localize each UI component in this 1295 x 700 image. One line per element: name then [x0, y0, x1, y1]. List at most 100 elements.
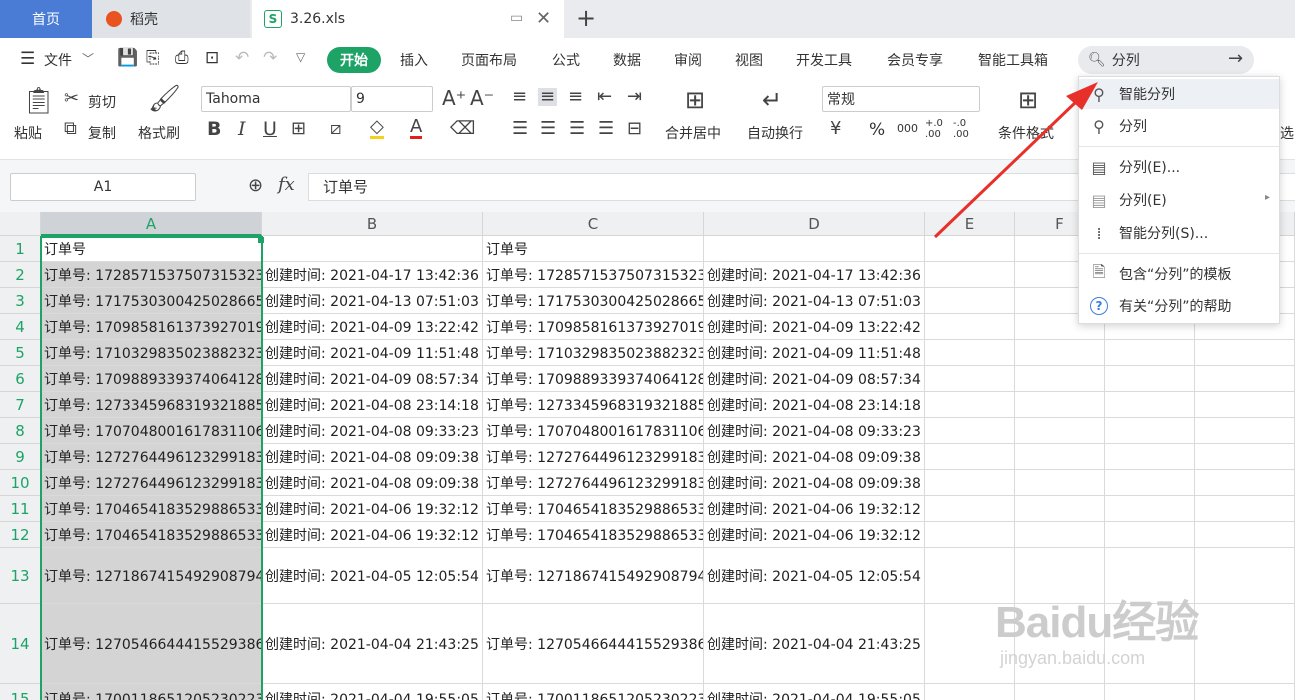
- cell-h[interactable]: [1195, 392, 1295, 418]
- cell-c[interactable]: 订单号: 1710329835023882323: [483, 340, 704, 366]
- align-right-icon[interactable]: ☰: [569, 120, 585, 138]
- cell-e[interactable]: [925, 262, 1015, 288]
- cell-e[interactable]: [925, 496, 1015, 522]
- print-icon[interactable]: ⎙: [175, 48, 189, 68]
- cell-h[interactable]: [1195, 604, 1295, 684]
- cell-h[interactable]: [1195, 470, 1295, 496]
- save-icon[interactable]: 💾: [117, 48, 138, 68]
- conditional-format-button[interactable]: 条件格式: [998, 123, 1054, 143]
- close-tab-icon[interactable]: ✕: [536, 8, 551, 29]
- copy-icon[interactable]: ⧉: [64, 120, 77, 138]
- window-icon[interactable]: ▭: [510, 10, 523, 26]
- column-header-d[interactable]: D: [704, 212, 925, 236]
- dd-smart-split-dialog[interactable]: ⁞ 智能分列(S)...: [1079, 218, 1279, 248]
- cell-b[interactable]: 创建时间: 2021-04-09 13:22:42: [262, 314, 483, 340]
- cell-f[interactable]: [1015, 444, 1105, 470]
- cell-c[interactable]: 订单号: 1272764496123299183: [483, 444, 704, 470]
- cell-a[interactable]: 订单号: 1717530300425028665: [41, 288, 262, 314]
- cell-f[interactable]: [1015, 366, 1105, 392]
- row-header[interactable]: 1: [0, 236, 41, 262]
- dd-smart-split[interactable]: ⚲ 智能分列: [1079, 79, 1279, 109]
- row-header[interactable]: 5: [0, 340, 41, 366]
- decrease-decimal-button[interactable]: -.0 .00: [953, 118, 969, 140]
- cell-g[interactable]: [1105, 470, 1195, 496]
- cell-f[interactable]: [1015, 340, 1105, 366]
- cell-d[interactable]: 创建时间: 2021-04-04 19:55:05: [704, 684, 925, 700]
- cell-g[interactable]: [1105, 522, 1195, 548]
- cell-f[interactable]: [1015, 684, 1105, 700]
- font-name-select[interactable]: Tahoma: [201, 86, 351, 112]
- wrap-text-button[interactable]: 自动换行: [747, 123, 803, 143]
- fill-style-icon[interactable]: ⧄: [330, 120, 341, 138]
- cell-c[interactable]: 订单号: 1709889339374064128: [483, 366, 704, 392]
- redo-icon[interactable]: ↷: [263, 48, 277, 68]
- cell-c[interactable]: 订单号: 1704654183529886533: [483, 522, 704, 548]
- column-header-b[interactable]: B: [262, 212, 483, 236]
- zoom-icon[interactable]: ⊕: [248, 175, 263, 196]
- cell-b[interactable]: 创建时间: 2021-04-04 21:43:25: [262, 604, 483, 684]
- cell-a[interactable]: 订单号: 1709889339374064128: [41, 366, 262, 392]
- dd-split[interactable]: ⚲ 分列: [1079, 111, 1279, 141]
- select-all-corner[interactable]: [0, 212, 41, 236]
- menu-dev-tools[interactable]: 开发工具: [796, 50, 852, 70]
- cell-d[interactable]: 创建时间: 2021-04-17 13:42:36: [704, 262, 925, 288]
- cell-a[interactable]: 订单号: 1272764496123299183: [41, 470, 262, 496]
- cell-b[interactable]: 创建时间: 2021-04-08 09:33:23: [262, 418, 483, 444]
- cut-button[interactable]: 剪切: [88, 92, 116, 112]
- row-header[interactable]: 3: [0, 288, 41, 314]
- column-header-c[interactable]: C: [483, 212, 704, 236]
- cell-e[interactable]: [925, 522, 1015, 548]
- format-painter-button[interactable]: 格式刷: [138, 123, 180, 143]
- cell-g[interactable]: [1105, 340, 1195, 366]
- paste-icon[interactable]: 📋︎: [22, 88, 55, 114]
- cell-h[interactable]: [1195, 684, 1295, 700]
- cell-h[interactable]: [1195, 522, 1295, 548]
- cell-b[interactable]: 创建时间: 2021-04-04 19:55:05: [262, 684, 483, 700]
- arrow-right-icon[interactable]: →: [1228, 48, 1243, 69]
- cell-h[interactable]: [1195, 366, 1295, 392]
- scissors-icon[interactable]: ✂: [64, 90, 79, 108]
- dd-split-submenu[interactable]: ▤ 分列(E) ▸: [1079, 185, 1279, 215]
- cell-h[interactable]: [1195, 418, 1295, 444]
- row-header[interactable]: 12: [0, 522, 41, 548]
- cell-a[interactable]: 订单号: 1272764496123299183: [41, 444, 262, 470]
- cell-h[interactable]: [1195, 444, 1295, 470]
- thousands-button[interactable]: 000: [897, 122, 918, 135]
- cell-d[interactable]: 创建时间: 2021-04-06 19:32:12: [704, 522, 925, 548]
- cell-c[interactable]: 订单号: 1707048001617831106: [483, 418, 704, 444]
- menu-view[interactable]: 视图: [735, 50, 763, 70]
- cell-f[interactable]: [1015, 496, 1105, 522]
- row-header[interactable]: 11: [0, 496, 41, 522]
- row-header[interactable]: 4: [0, 314, 41, 340]
- percent-button[interactable]: %: [869, 120, 885, 140]
- cell-d[interactable]: 创建时间: 2021-04-04 21:43:25: [704, 604, 925, 684]
- cell-c[interactable]: 订单号: 1709858161373927019: [483, 314, 704, 340]
- cell-a[interactable]: 订单号: 1704654183529886533: [41, 496, 262, 522]
- cell-c[interactable]: 订单号: 1273345968319321885: [483, 392, 704, 418]
- cell-b[interactable]: 创建时间: 2021-04-06 19:32:12: [262, 496, 483, 522]
- cell-e[interactable]: [925, 444, 1015, 470]
- cell-d[interactable]: 创建时间: 2021-04-09 13:22:42: [704, 314, 925, 340]
- cell-e[interactable]: [925, 366, 1015, 392]
- border-icon[interactable]: ⊞: [291, 120, 306, 138]
- cell-c[interactable]: 订单号: 1271867415492908794: [483, 548, 704, 604]
- menu-member[interactable]: 会员专享: [887, 50, 943, 70]
- cell-d[interactable]: 创建时间: 2021-04-08 09:09:38: [704, 444, 925, 470]
- cell-c[interactable]: 订单号: 1272764496123299183: [483, 470, 704, 496]
- cell-d[interactable]: 创建时间: 2021-04-06 19:32:12: [704, 496, 925, 522]
- fx-label[interactable]: fx: [278, 174, 295, 195]
- tab-daoke[interactable]: 稻壳: [92, 0, 250, 38]
- chevron-down-icon[interactable]: ﹀: [82, 50, 94, 67]
- menu-data[interactable]: 数据: [613, 50, 641, 70]
- filter-button[interactable]: 选: [1280, 123, 1294, 143]
- increase-font-icon[interactable]: A⁺: [442, 88, 466, 108]
- tab-home[interactable]: 首页: [0, 0, 92, 38]
- search-input[interactable]: 🔍︎ 分列 →: [1078, 46, 1254, 74]
- menu-insert[interactable]: 插入: [400, 50, 428, 70]
- menu-page-layout[interactable]: 页面布局: [461, 50, 517, 70]
- distributed-icon[interactable]: ⊟: [627, 120, 642, 138]
- cell-c[interactable]: 订单号: [483, 236, 704, 262]
- menu-review[interactable]: 审阅: [674, 50, 702, 70]
- cell-d[interactable]: 创建时间: 2021-04-09 08:57:34: [704, 366, 925, 392]
- cell-c[interactable]: 订单号: 1270546644415529386: [483, 604, 704, 684]
